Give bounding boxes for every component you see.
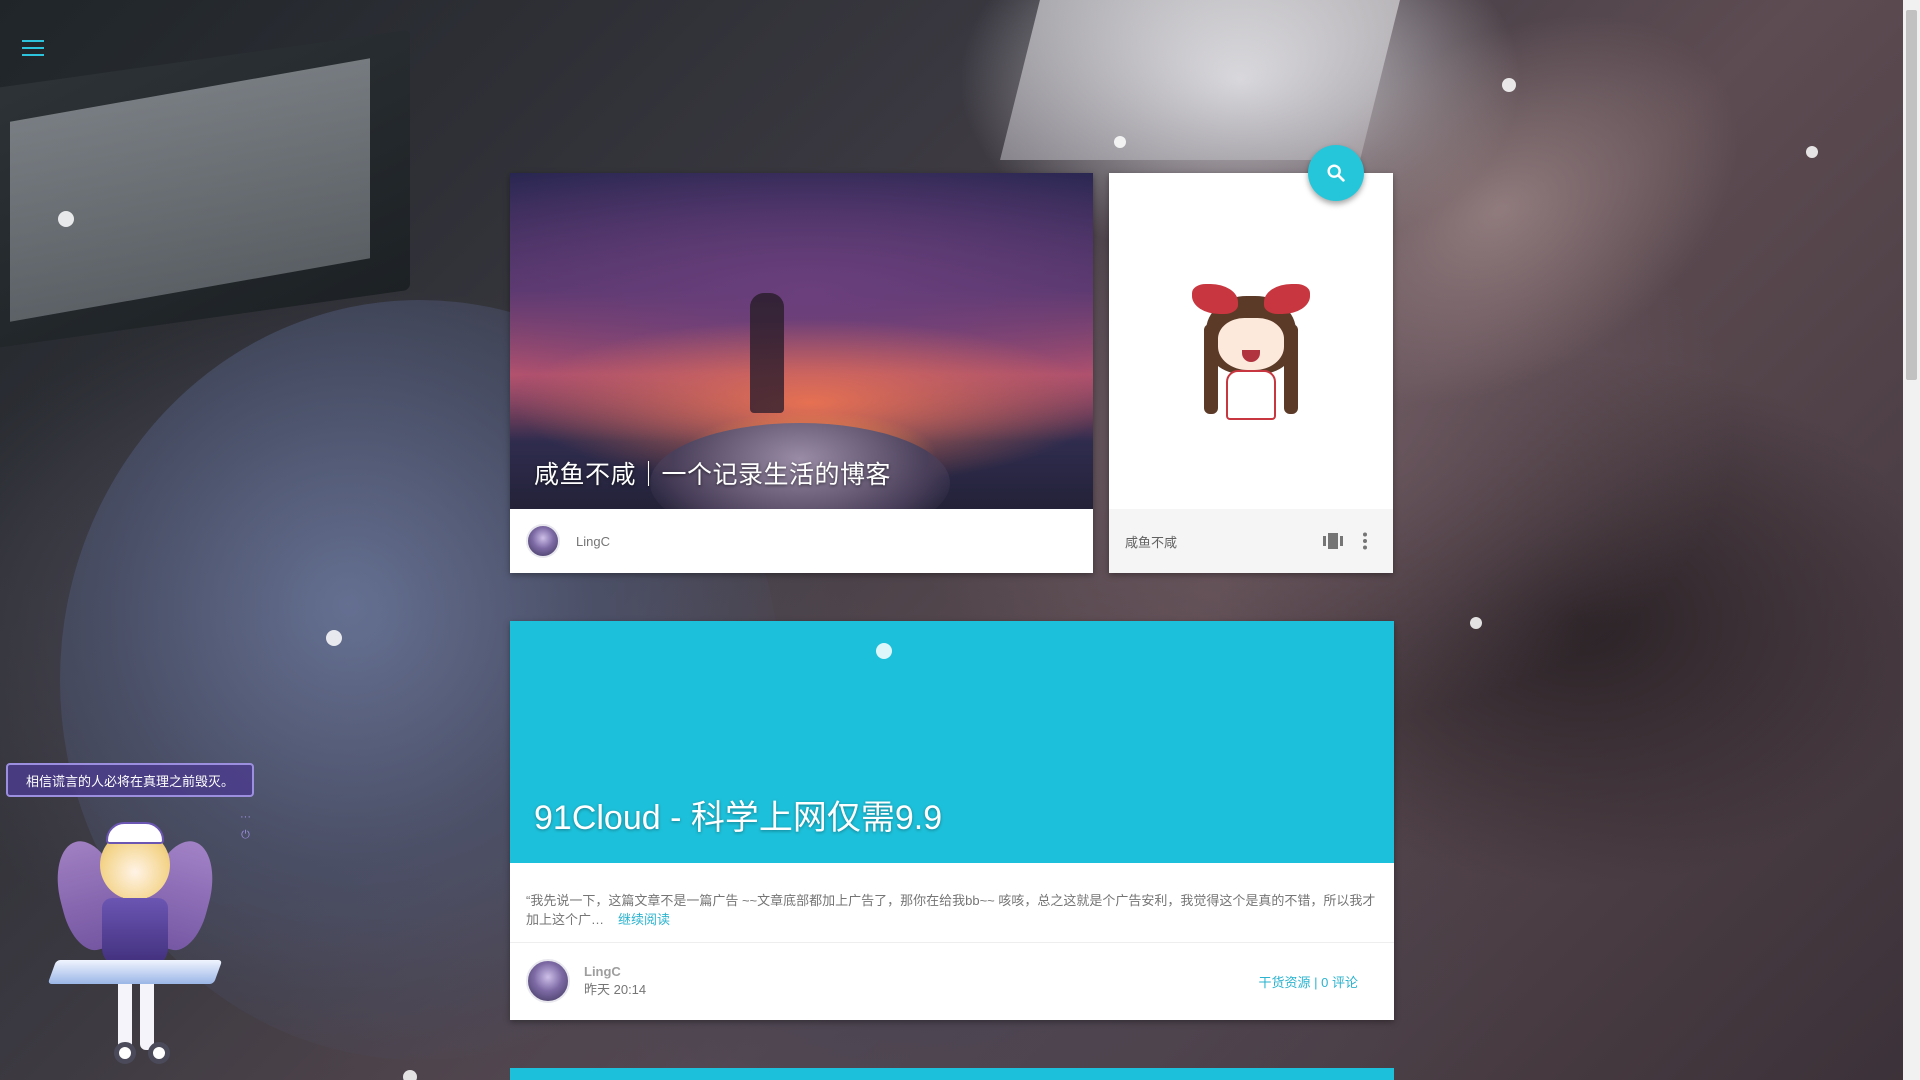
post-footer: LingC 昨天 20:14 干货资源 | 0 评论 bbox=[510, 943, 1394, 1019]
next-post-card[interactable] bbox=[510, 1068, 1394, 1080]
page-scrollbar[interactable] bbox=[1903, 0, 1920, 1080]
post-meta: LingC 昨天 20:14 bbox=[584, 963, 646, 999]
post-card: 91Cloud - 科学上网仅需9.9 “我先说一下，这篇文章不是一篇广告 ~~… bbox=[510, 621, 1394, 1020]
category-link[interactable]: 干货资源 bbox=[1259, 975, 1311, 990]
mascot-power-icon[interactable]: ⏻ bbox=[240, 829, 251, 841]
menu-icon bbox=[22, 40, 44, 42]
scrollbar-thumb[interactable] bbox=[1906, 10, 1917, 380]
snowflake bbox=[1470, 617, 1482, 629]
read-more-link[interactable]: 继续阅读 bbox=[618, 912, 670, 927]
tag-separator: | bbox=[1310, 974, 1322, 990]
featured-post-author: LingC bbox=[576, 533, 610, 549]
author-avatar bbox=[526, 959, 570, 1003]
mascot-more-icon[interactable]: ··· bbox=[240, 811, 251, 823]
site-info-card: 咸鱼不咸 bbox=[1109, 173, 1393, 573]
featured-post-title[interactable]: 咸鱼不咸｜一个记录生活的博客 bbox=[534, 455, 891, 491]
comments-link[interactable]: 0 评论 bbox=[1321, 975, 1358, 990]
search-button[interactable] bbox=[1308, 145, 1364, 201]
menu-button[interactable] bbox=[22, 40, 44, 56]
site-info-footer: 咸鱼不咸 bbox=[1109, 509, 1393, 573]
site-name-label: 咸鱼不咸 bbox=[1125, 534, 1178, 550]
snowflake bbox=[58, 211, 74, 227]
view-carousel-icon[interactable] bbox=[1321, 529, 1345, 553]
post-excerpt: “我先说一下，这篇文章不是一篇广告 ~~文章底部都加上广告了，那你在给我bb~~… bbox=[510, 863, 1394, 943]
featured-post-image: 咸鱼不咸｜一个记录生活的博客 bbox=[510, 173, 1093, 509]
snowflake bbox=[1114, 136, 1126, 148]
author-avatar bbox=[526, 524, 560, 558]
post-title[interactable]: 91Cloud - 科学上网仅需9.9 bbox=[534, 790, 942, 839]
mascot-speech-bubble: 相信谎言的人必将在真理之前毁灭。 bbox=[6, 763, 254, 797]
featured-post-card[interactable]: 咸鱼不咸｜一个记录生活的博客 LingC bbox=[510, 173, 1093, 573]
live2d-mascot[interactable] bbox=[40, 820, 230, 1070]
more-vert-icon[interactable] bbox=[1353, 529, 1377, 553]
post-time: 昨天 20:14 bbox=[584, 982, 647, 997]
snowflake bbox=[1502, 78, 1516, 92]
site-mascot-image bbox=[1109, 173, 1393, 509]
post-author: LingC bbox=[584, 964, 621, 979]
snowflake bbox=[326, 630, 342, 646]
snowflake bbox=[1806, 146, 1818, 158]
featured-post-footer: LingC bbox=[510, 509, 1093, 573]
post-header[interactable]: 91Cloud - 科学上网仅需9.9 bbox=[510, 621, 1394, 863]
post-tags: 干货资源 | 0 评论 bbox=[1259, 972, 1358, 991]
snowflake bbox=[403, 1070, 417, 1080]
mascot-toolbar: ··· ⏻ bbox=[240, 811, 251, 841]
search-icon bbox=[1327, 164, 1345, 182]
